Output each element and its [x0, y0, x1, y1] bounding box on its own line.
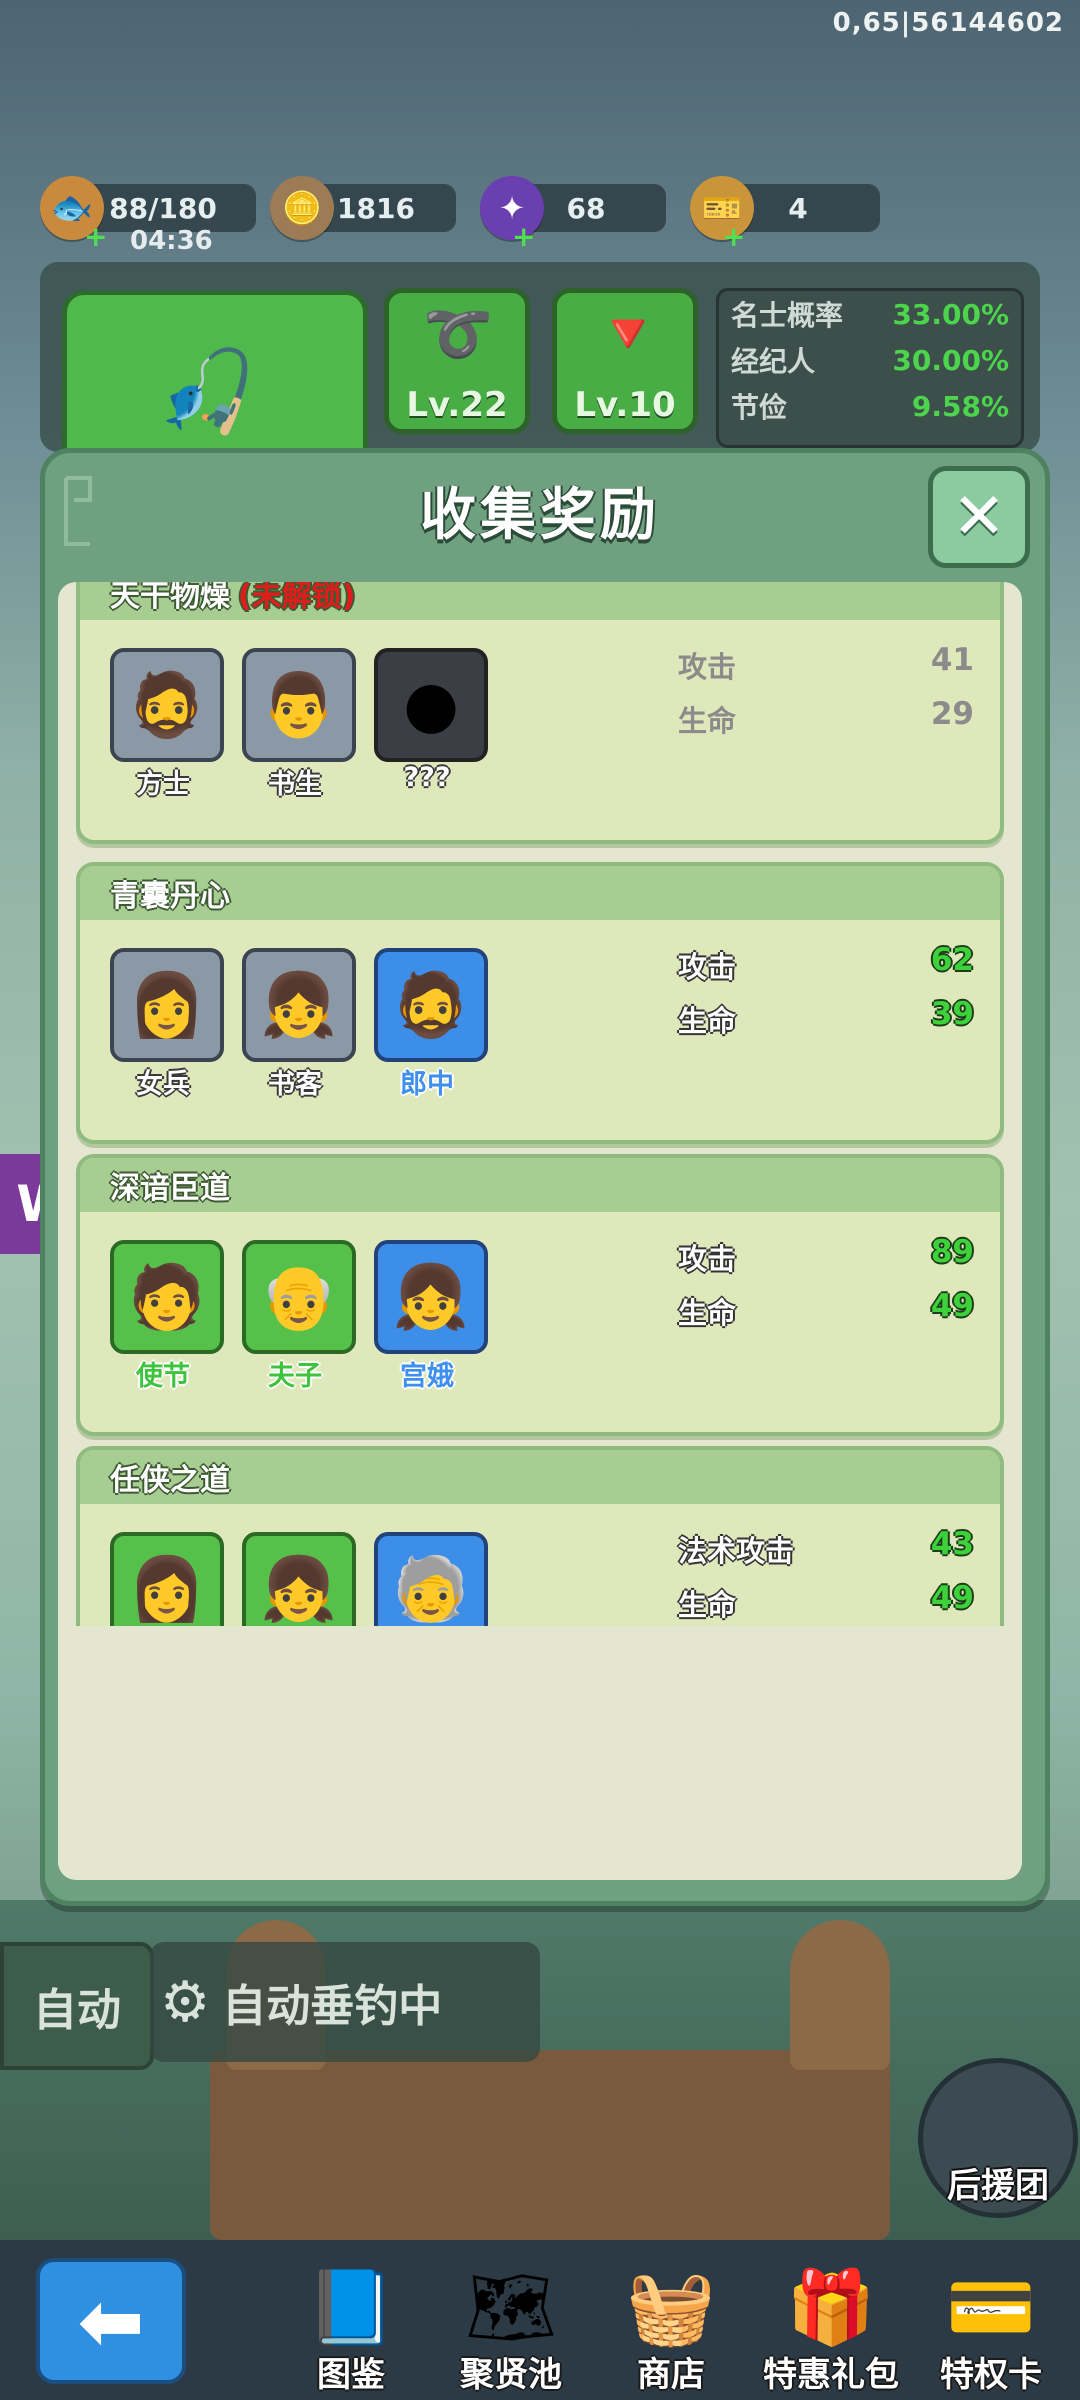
card-title: 任侠之道 [110, 1463, 230, 1498]
hero-name: 宫娥 [400, 1361, 454, 1392]
rod-slot[interactable]: 🎣 [62, 290, 368, 470]
bobber-icon: 🔻 [593, 302, 663, 367]
bonus-value: 43 [930, 1526, 974, 1562]
bonus-label: 生命 [678, 1004, 737, 1038]
hero-name: 女兵 [136, 1069, 190, 1100]
bonus-value: 49 [930, 1288, 974, 1324]
bonus-label: 生命 [678, 1296, 737, 1330]
bonus-label: 生命 [678, 1588, 737, 1622]
bonus-label: 生命 [678, 704, 737, 738]
hero-girl-icon[interactable]: 👧 [242, 1532, 356, 1626]
hero-nvbing-icon[interactable]: 👩 [110, 948, 224, 1062]
bait-level: Lv.10 [574, 385, 676, 425]
stamina-plus-icon[interactable]: + [84, 220, 107, 253]
hero-shuke-icon[interactable]: 👧 [242, 948, 356, 1062]
debug-id: 0,65|56144602 [832, 8, 1064, 38]
nav-item-gift-pack[interactable]: 🎁 特惠礼包 [756, 2250, 906, 2400]
stat-row: 节俭 9.58% [731, 389, 1009, 425]
card-header: 任侠之道 [80, 1450, 1000, 1504]
hero-silver-hair-icon[interactable]: 🧓 [374, 1532, 488, 1626]
hero-gonge-icon[interactable]: 👧 [374, 1240, 488, 1354]
hero-name: 使节 [136, 1361, 190, 1392]
bonus-label: 攻击 [678, 950, 737, 984]
auto-fishing-status[interactable]: ⚙ 自动垂钓中 [150, 1942, 540, 2062]
hero-shusheng-icon[interactable]: 👨 [242, 648, 356, 762]
nav-item-privilege-card[interactable]: 💳 特权卡 [916, 2250, 1066, 2400]
bonus-value: 62 [930, 942, 974, 978]
collection-card: 深谙臣道 🧑 使节 👴 夫子 👧 宫娥 攻击 89 生命 49 [76, 1154, 1004, 1436]
close-button[interactable]: ✕ [928, 466, 1030, 568]
hero-name: 方士 [136, 769, 190, 800]
fishing-line-icon: ➰ [423, 302, 493, 367]
card-title: 青囊丹心 [110, 879, 230, 914]
gem-plus-icon[interactable]: + [512, 220, 535, 253]
auto-status-label: 自动垂钓中 [222, 1981, 443, 2032]
bonus-label: 攻击 [678, 650, 737, 684]
card-title: 深谙臣道 [110, 1171, 230, 1206]
collection-card: 任侠之道 👩 👧 🧓 法术攻击 43 生命 49 [76, 1446, 1004, 1626]
line-slot[interactable]: ➰ Lv.22 [384, 288, 530, 434]
hero-langzhong-icon[interactable]: 🧔 [374, 948, 488, 1062]
hero-name: 夫子 [268, 1361, 322, 1392]
hero-name: 书生 [268, 769, 322, 800]
nav-item-recruit-pool[interactable]: 🗺 聚贤池 [436, 2250, 586, 2400]
back-button[interactable]: ⬅ [36, 2258, 186, 2384]
hero-shijie-icon[interactable]: 🧑 [110, 1240, 224, 1354]
collection-card: 青囊丹心 👩 女兵 👧 书客 🧔 郎中 攻击 62 生命 39 [76, 862, 1004, 1144]
card-header: 深谙臣道 [80, 1158, 1000, 1212]
collection-card: 天干物燥 (未解锁) 🧔 方士 👨 书生 ● ??? 攻击 41 生命 29 [76, 582, 1004, 844]
token-plus-icon[interactable]: + [722, 220, 745, 253]
card-title: 天干物燥 [110, 582, 230, 614]
hero-female-warrior-icon[interactable]: 👩 [110, 1532, 224, 1626]
collection-list[interactable]: 天干物燥 (未解锁) 🧔 方士 👨 书生 ● ??? 攻击 41 生命 29 青… [58, 582, 1022, 1626]
gift-pack-icon: 🎁 [786, 2265, 876, 2349]
locked-hero-silhouette-icon[interactable]: ● [374, 648, 488, 762]
card-header: 天干物燥 (未解锁) [80, 582, 1000, 620]
book-icon: 📘 [306, 2265, 396, 2349]
auto-button[interactable]: 自动 [0, 1942, 154, 2070]
card-header: 青囊丹心 [80, 866, 1000, 920]
nav-item-catalog[interactable]: 📘 图鉴 [276, 2250, 426, 2400]
hero-name: 郎中 [400, 1069, 454, 1100]
bonus-value: 41 [930, 642, 974, 678]
gear-wrench-icon: ⚙ [160, 1969, 211, 2035]
wooden-dock [210, 2050, 890, 2240]
stamina-timer: 04:36 [130, 226, 213, 256]
bonus-label: 攻击 [678, 1242, 737, 1276]
bonus-label: 法术攻击 [678, 1534, 795, 1568]
nav-item-shop[interactable]: 🧺 商店 [596, 2250, 746, 2400]
dock-post [790, 1920, 890, 2070]
hero-fangshi-icon[interactable]: 🧔 [110, 648, 224, 762]
top-stats-box: 名士概率 33.00% 经纪人 30.00% 节俭 9.58% [716, 288, 1024, 448]
support-team-label: 后援团 [947, 2166, 1049, 2206]
dialog-title: 收集奖励 [420, 483, 660, 548]
hero-fuzi-icon[interactable]: 👴 [242, 1240, 356, 1354]
bonus-value: 49 [930, 1580, 974, 1616]
locked-tag: (未解锁) [238, 582, 356, 614]
bonus-value: 29 [930, 696, 974, 732]
stat-row: 名士概率 33.00% [731, 297, 1009, 333]
support-team-button[interactable]: 后援团 [918, 2058, 1078, 2218]
bait-slot[interactable]: 🔻 Lv.10 [552, 288, 698, 434]
shop-basket-icon: 🧺 [626, 2265, 716, 2349]
stat-row: 经纪人 30.00% [731, 343, 1009, 379]
bonus-value: 39 [930, 996, 974, 1032]
close-icon: ✕ [952, 480, 1006, 554]
privilege-card-icon: 💳 [946, 2265, 1036, 2349]
fishing-rod-icon: 🎣 [157, 345, 257, 438]
coin-icon: 🪙 [270, 176, 334, 240]
map-scroll-icon: 🗺 [465, 2265, 557, 2349]
line-level: Lv.22 [406, 385, 508, 425]
bonus-value: 89 [930, 1234, 974, 1270]
hero-name: 书客 [268, 1069, 322, 1100]
back-arrow-icon: ⬅ [77, 2274, 145, 2368]
hero-name: ??? [403, 762, 451, 793]
